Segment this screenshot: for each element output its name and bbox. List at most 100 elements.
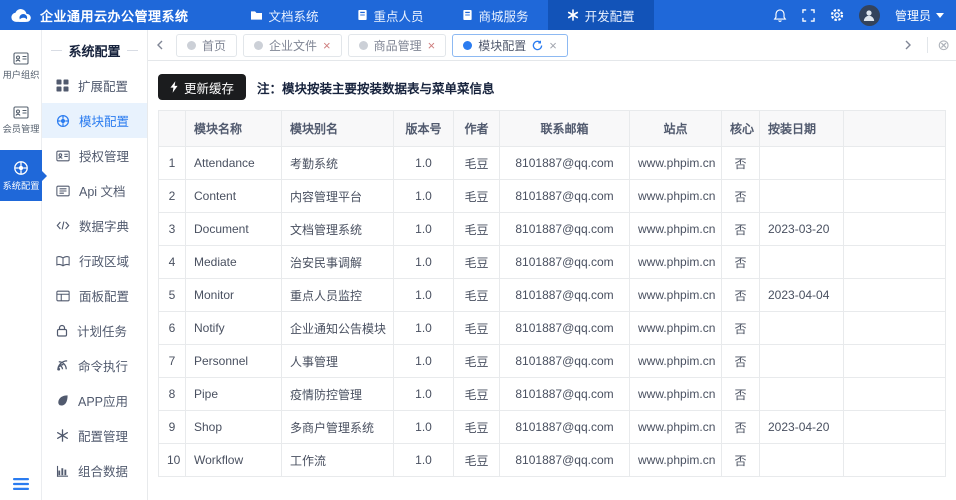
- tab-module-config[interactable]: 模块配置 ×: [452, 33, 568, 57]
- update-cache-button[interactable]: 更新缓存: [158, 74, 247, 100]
- table-row[interactable]: 6 Notify 企业通知公告模块 1.0 毛豆 8101887@qq.com …: [158, 311, 946, 345]
- close-icon[interactable]: ×: [323, 39, 331, 52]
- cell-filler: [843, 212, 946, 246]
- fullscreen-icon[interactable]: [802, 8, 815, 22]
- table-row[interactable]: 9 Shop 多商户管理系统 1.0 毛豆 8101887@qq.com www…: [158, 410, 946, 444]
- table-row[interactable]: 2 Content 内容管理平台 1.0 毛豆 8101887@qq.com w…: [158, 179, 946, 213]
- table-row[interactable]: 7 Personnel 人事管理 1.0 毛豆 8101887@qq.com w…: [158, 344, 946, 378]
- collapse-menu-icon[interactable]: [12, 478, 29, 490]
- table-row[interactable]: 10 Workflow 工作流 1.0 毛豆 8101887@qq.com ww…: [158, 443, 946, 477]
- panel-icon: [56, 290, 70, 302]
- table-row[interactable]: 5 Monitor 重点人员监控 1.0 毛豆 8101887@qq.com w…: [158, 278, 946, 312]
- rail-item-user-org[interactable]: 用户组织: [0, 42, 42, 90]
- close-icon[interactable]: ×: [549, 39, 557, 52]
- topnav-item-dev-config[interactable]: 开发配置: [547, 0, 654, 30]
- cell-author: 毛豆: [453, 179, 500, 213]
- table-row[interactable]: 1 Attendance 考勤系统 1.0 毛豆 8101887@qq.com …: [158, 146, 946, 180]
- chevron-right-icon[interactable]: [898, 40, 918, 50]
- sidebar-item-config-mgmt[interactable]: 配置管理: [42, 418, 147, 453]
- cell-site: www.phpim.cn: [629, 212, 722, 246]
- header-filler: [843, 110, 946, 147]
- bar-chart-icon: [56, 465, 69, 477]
- topnav-item-docs[interactable]: 文档系统: [231, 0, 338, 30]
- id-card-icon: [56, 150, 70, 162]
- header-index: [158, 110, 186, 147]
- table-row[interactable]: 4 Mediate 治安民事调解 1.0 毛豆 8101887@qq.com w…: [158, 245, 946, 279]
- sidebar-item-extensions[interactable]: 扩展配置: [42, 68, 147, 103]
- lightning-icon: [170, 81, 178, 93]
- rail-label: 会员管理: [2, 124, 39, 135]
- sidebar-item-combined-data[interactable]: 组合数据: [42, 453, 147, 488]
- top-nav: 文档系统 重点人员 商城服务 开发配置: [231, 0, 654, 30]
- wheel-icon: [56, 114, 70, 128]
- open-book-icon: [56, 255, 70, 267]
- topnav-item-key-persons[interactable]: 重点人员: [338, 0, 443, 30]
- cell-core: 否: [721, 212, 760, 246]
- sidebar-label: 行政区域: [79, 255, 130, 269]
- cell-version: 1.0: [393, 212, 454, 246]
- bell-icon[interactable]: [773, 8, 787, 23]
- sidebar-label: 组合数据: [78, 465, 129, 479]
- folder-icon: [250, 10, 263, 21]
- sidebar-label: APP应用: [78, 395, 129, 409]
- tab-enterprise-files[interactable]: 企业文件 ×: [243, 33, 342, 57]
- cell-version: 1.0: [393, 344, 454, 378]
- user-avatar[interactable]: [858, 4, 880, 26]
- cell-alias: 内容管理平台: [281, 179, 394, 213]
- gear-icon[interactable]: [830, 8, 844, 22]
- cell-date: [759, 245, 844, 279]
- sidebar-item-scheduled-tasks[interactable]: 计划任务: [42, 313, 147, 348]
- cell-index: 7: [158, 344, 186, 378]
- tab-product-mgmt[interactable]: 商品管理 ×: [347, 33, 447, 57]
- cell-site: www.phpim.cn: [629, 278, 722, 312]
- sidebar-item-api-docs[interactable]: Api 文档: [42, 173, 147, 208]
- table-row[interactable]: 3 Document 文档管理系统 1.0 毛豆 8101887@qq.com …: [158, 212, 946, 246]
- table-row[interactable]: 8 Pipe 疫情防控管理 1.0 毛豆 8101887@qq.com www.…: [158, 377, 946, 411]
- cell-name: Mediate: [185, 245, 282, 279]
- rail-item-system-config[interactable]: 系统配置: [0, 150, 42, 201]
- sidebar-title: 系统配置: [42, 41, 147, 60]
- cell-core: 否: [721, 311, 760, 345]
- cell-index: 6: [158, 311, 186, 345]
- tab-dot: [187, 40, 196, 50]
- sidebar-item-authorization[interactable]: 授权管理: [42, 138, 147, 173]
- cell-name: Attendance: [185, 146, 282, 180]
- topnav-item-mall[interactable]: 商城服务: [443, 0, 548, 30]
- app-header: 企业通用云办公管理系统 文档系统 重点人员 商城服务 开发配置 管理员: [0, 0, 956, 30]
- user-name: 管理员: [894, 8, 931, 23]
- cell-version: 1.0: [393, 146, 454, 180]
- refresh-icon[interactable]: [532, 40, 543, 51]
- user-menu[interactable]: 管理员: [895, 7, 944, 24]
- close-all-tabs-icon[interactable]: ⊗: [937, 38, 950, 53]
- close-icon[interactable]: ×: [428, 39, 436, 52]
- tab-home[interactable]: 首页: [176, 33, 238, 57]
- update-cache-label: 更新缓存: [184, 81, 235, 96]
- table-header-row: 模块名称 模块别名 版本号 作者 联系邮箱 站点 核心 按装日期: [158, 110, 946, 147]
- header-module-name: 模块名称: [185, 110, 282, 147]
- cell-author: 毛豆: [453, 311, 500, 345]
- sidebar-item-app[interactable]: APP应用: [42, 383, 147, 418]
- cell-filler: [843, 344, 946, 378]
- cell-core: 否: [721, 410, 760, 444]
- sidebar-label: 模块配置: [79, 115, 130, 129]
- cell-email: 8101887@qq.com: [499, 344, 630, 378]
- tabbar-right: ⊗: [898, 37, 950, 53]
- cell-version: 1.0: [393, 410, 454, 444]
- cell-core: 否: [721, 278, 760, 312]
- sidebar-item-regions[interactable]: 行政区域: [42, 243, 147, 278]
- chevron-left-icon[interactable]: [150, 40, 170, 50]
- header-version: 版本号: [393, 110, 454, 147]
- cell-site: www.phpim.cn: [629, 443, 722, 477]
- notebook-icon: [462, 9, 473, 21]
- rail-label: 用户组织: [2, 70, 39, 81]
- cell-alias: 企业通知公告模块: [281, 311, 394, 345]
- topnav-label: 商城服务: [478, 9, 529, 24]
- rail-item-member-mgmt[interactable]: 会员管理: [0, 96, 42, 144]
- cell-date: 2023-03-20: [759, 212, 844, 246]
- sidebar-item-panel-config[interactable]: 面板配置: [42, 278, 147, 313]
- cell-email: 8101887@qq.com: [499, 410, 630, 444]
- header-right: 管理员: [773, 0, 956, 30]
- sidebar-item-data-dictionary[interactable]: 数据字典: [42, 208, 147, 243]
- sidebar-item-command-exec[interactable]: 命令执行: [42, 348, 147, 383]
- sidebar-item-modules[interactable]: 模块配置: [42, 103, 147, 138]
